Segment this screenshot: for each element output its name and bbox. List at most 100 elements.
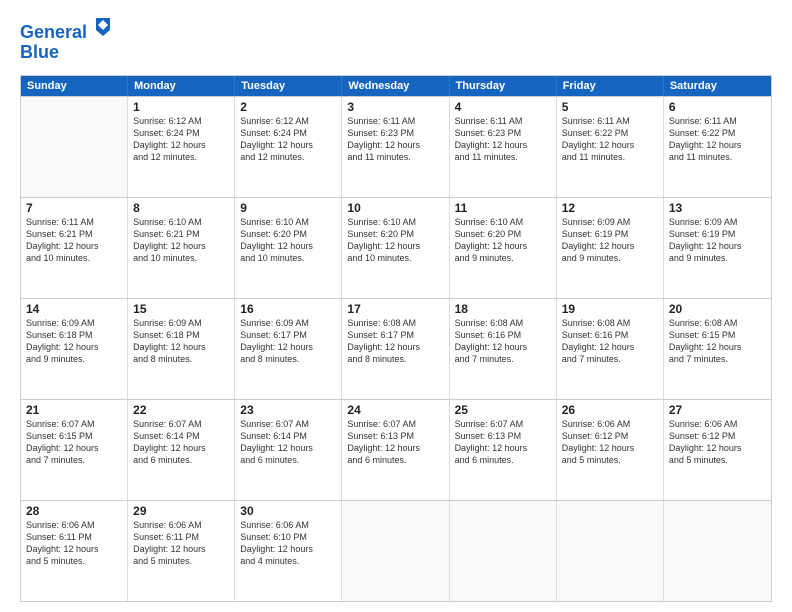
day-info: Sunrise: 6:07 AM Sunset: 6:13 PM Dayligh… [347, 418, 443, 467]
day-number: 17 [347, 302, 443, 316]
cal-cell: 6Sunrise: 6:11 AM Sunset: 6:22 PM Daylig… [664, 97, 771, 197]
header-cell-friday: Friday [557, 76, 664, 96]
cal-cell: 7Sunrise: 6:11 AM Sunset: 6:21 PM Daylig… [21, 198, 128, 298]
cal-cell: 9Sunrise: 6:10 AM Sunset: 6:20 PM Daylig… [235, 198, 342, 298]
header-cell-monday: Monday [128, 76, 235, 96]
day-info: Sunrise: 6:09 AM Sunset: 6:19 PM Dayligh… [669, 216, 766, 265]
day-info: Sunrise: 6:07 AM Sunset: 6:15 PM Dayligh… [26, 418, 122, 467]
day-number: 9 [240, 201, 336, 215]
day-info: Sunrise: 6:08 AM Sunset: 6:15 PM Dayligh… [669, 317, 766, 366]
day-number: 14 [26, 302, 122, 316]
day-number: 4 [455, 100, 551, 114]
day-number: 23 [240, 403, 336, 417]
day-number: 6 [669, 100, 766, 114]
day-number: 11 [455, 201, 551, 215]
day-info: Sunrise: 6:10 AM Sunset: 6:20 PM Dayligh… [240, 216, 336, 265]
day-info: Sunrise: 6:09 AM Sunset: 6:18 PM Dayligh… [133, 317, 229, 366]
cal-cell: 17Sunrise: 6:08 AM Sunset: 6:17 PM Dayli… [342, 299, 449, 399]
cal-cell: 26Sunrise: 6:06 AM Sunset: 6:12 PM Dayli… [557, 400, 664, 500]
day-info: Sunrise: 6:07 AM Sunset: 6:14 PM Dayligh… [133, 418, 229, 467]
cal-cell: 5Sunrise: 6:11 AM Sunset: 6:22 PM Daylig… [557, 97, 664, 197]
cal-cell: 25Sunrise: 6:07 AM Sunset: 6:13 PM Dayli… [450, 400, 557, 500]
cal-cell: 16Sunrise: 6:09 AM Sunset: 6:17 PM Dayli… [235, 299, 342, 399]
cal-cell: 12Sunrise: 6:09 AM Sunset: 6:19 PM Dayli… [557, 198, 664, 298]
day-number: 2 [240, 100, 336, 114]
day-info: Sunrise: 6:09 AM Sunset: 6:18 PM Dayligh… [26, 317, 122, 366]
header-cell-wednesday: Wednesday [342, 76, 449, 96]
cal-cell: 28Sunrise: 6:06 AM Sunset: 6:11 PM Dayli… [21, 501, 128, 601]
logo-general: General [20, 22, 87, 42]
day-number: 19 [562, 302, 658, 316]
day-number: 25 [455, 403, 551, 417]
day-number: 10 [347, 201, 443, 215]
header: General Blue [20, 16, 772, 63]
cal-cell: 21Sunrise: 6:07 AM Sunset: 6:15 PM Dayli… [21, 400, 128, 500]
cal-cell [664, 501, 771, 601]
day-number: 16 [240, 302, 336, 316]
day-number: 13 [669, 201, 766, 215]
logo-blue: Blue [20, 43, 112, 63]
day-number: 12 [562, 201, 658, 215]
cal-cell: 19Sunrise: 6:08 AM Sunset: 6:16 PM Dayli… [557, 299, 664, 399]
week-row-3: 14Sunrise: 6:09 AM Sunset: 6:18 PM Dayli… [21, 298, 771, 399]
day-info: Sunrise: 6:12 AM Sunset: 6:24 PM Dayligh… [133, 115, 229, 164]
day-info: Sunrise: 6:08 AM Sunset: 6:16 PM Dayligh… [562, 317, 658, 366]
day-number: 28 [26, 504, 122, 518]
cal-cell: 14Sunrise: 6:09 AM Sunset: 6:18 PM Dayli… [21, 299, 128, 399]
day-info: Sunrise: 6:10 AM Sunset: 6:20 PM Dayligh… [455, 216, 551, 265]
cal-cell [21, 97, 128, 197]
day-info: Sunrise: 6:10 AM Sunset: 6:20 PM Dayligh… [347, 216, 443, 265]
cal-cell [342, 501, 449, 601]
day-info: Sunrise: 6:11 AM Sunset: 6:21 PM Dayligh… [26, 216, 122, 265]
cal-cell: 11Sunrise: 6:10 AM Sunset: 6:20 PM Dayli… [450, 198, 557, 298]
header-cell-thursday: Thursday [450, 76, 557, 96]
day-info: Sunrise: 6:12 AM Sunset: 6:24 PM Dayligh… [240, 115, 336, 164]
day-number: 8 [133, 201, 229, 215]
week-row-5: 28Sunrise: 6:06 AM Sunset: 6:11 PM Dayli… [21, 500, 771, 601]
day-number: 15 [133, 302, 229, 316]
cal-cell: 1Sunrise: 6:12 AM Sunset: 6:24 PM Daylig… [128, 97, 235, 197]
day-number: 3 [347, 100, 443, 114]
cal-cell: 8Sunrise: 6:10 AM Sunset: 6:21 PM Daylig… [128, 198, 235, 298]
cal-cell: 24Sunrise: 6:07 AM Sunset: 6:13 PM Dayli… [342, 400, 449, 500]
day-number: 30 [240, 504, 336, 518]
calendar-header: SundayMondayTuesdayWednesdayThursdayFrid… [21, 76, 771, 96]
day-number: 7 [26, 201, 122, 215]
cal-cell [557, 501, 664, 601]
week-row-1: 1Sunrise: 6:12 AM Sunset: 6:24 PM Daylig… [21, 96, 771, 197]
day-number: 27 [669, 403, 766, 417]
day-number: 18 [455, 302, 551, 316]
cal-cell: 27Sunrise: 6:06 AM Sunset: 6:12 PM Dayli… [664, 400, 771, 500]
cal-cell: 30Sunrise: 6:06 AM Sunset: 6:10 PM Dayli… [235, 501, 342, 601]
cal-cell: 4Sunrise: 6:11 AM Sunset: 6:23 PM Daylig… [450, 97, 557, 197]
day-info: Sunrise: 6:09 AM Sunset: 6:19 PM Dayligh… [562, 216, 658, 265]
day-info: Sunrise: 6:06 AM Sunset: 6:11 PM Dayligh… [133, 519, 229, 568]
cal-cell: 18Sunrise: 6:08 AM Sunset: 6:16 PM Dayli… [450, 299, 557, 399]
day-info: Sunrise: 6:09 AM Sunset: 6:17 PM Dayligh… [240, 317, 336, 366]
cal-cell: 2Sunrise: 6:12 AM Sunset: 6:24 PM Daylig… [235, 97, 342, 197]
cal-cell: 20Sunrise: 6:08 AM Sunset: 6:15 PM Dayli… [664, 299, 771, 399]
day-info: Sunrise: 6:11 AM Sunset: 6:23 PM Dayligh… [455, 115, 551, 164]
day-info: Sunrise: 6:11 AM Sunset: 6:22 PM Dayligh… [562, 115, 658, 164]
day-number: 21 [26, 403, 122, 417]
day-number: 24 [347, 403, 443, 417]
day-info: Sunrise: 6:07 AM Sunset: 6:14 PM Dayligh… [240, 418, 336, 467]
cal-cell: 22Sunrise: 6:07 AM Sunset: 6:14 PM Dayli… [128, 400, 235, 500]
logo-text: General [20, 16, 112, 43]
day-info: Sunrise: 6:08 AM Sunset: 6:16 PM Dayligh… [455, 317, 551, 366]
cal-cell: 10Sunrise: 6:10 AM Sunset: 6:20 PM Dayli… [342, 198, 449, 298]
day-number: 20 [669, 302, 766, 316]
week-row-2: 7Sunrise: 6:11 AM Sunset: 6:21 PM Daylig… [21, 197, 771, 298]
day-info: Sunrise: 6:10 AM Sunset: 6:21 PM Dayligh… [133, 216, 229, 265]
logo-icon [94, 16, 112, 38]
cal-cell: 3Sunrise: 6:11 AM Sunset: 6:23 PM Daylig… [342, 97, 449, 197]
logo: General Blue [20, 16, 112, 63]
page: General Blue SundayMondayTuesdayWednesda… [0, 0, 792, 612]
day-info: Sunrise: 6:06 AM Sunset: 6:10 PM Dayligh… [240, 519, 336, 568]
header-cell-saturday: Saturday [664, 76, 771, 96]
cal-cell [450, 501, 557, 601]
day-number: 22 [133, 403, 229, 417]
cal-cell: 15Sunrise: 6:09 AM Sunset: 6:18 PM Dayli… [128, 299, 235, 399]
day-info: Sunrise: 6:06 AM Sunset: 6:11 PM Dayligh… [26, 519, 122, 568]
header-cell-sunday: Sunday [21, 76, 128, 96]
